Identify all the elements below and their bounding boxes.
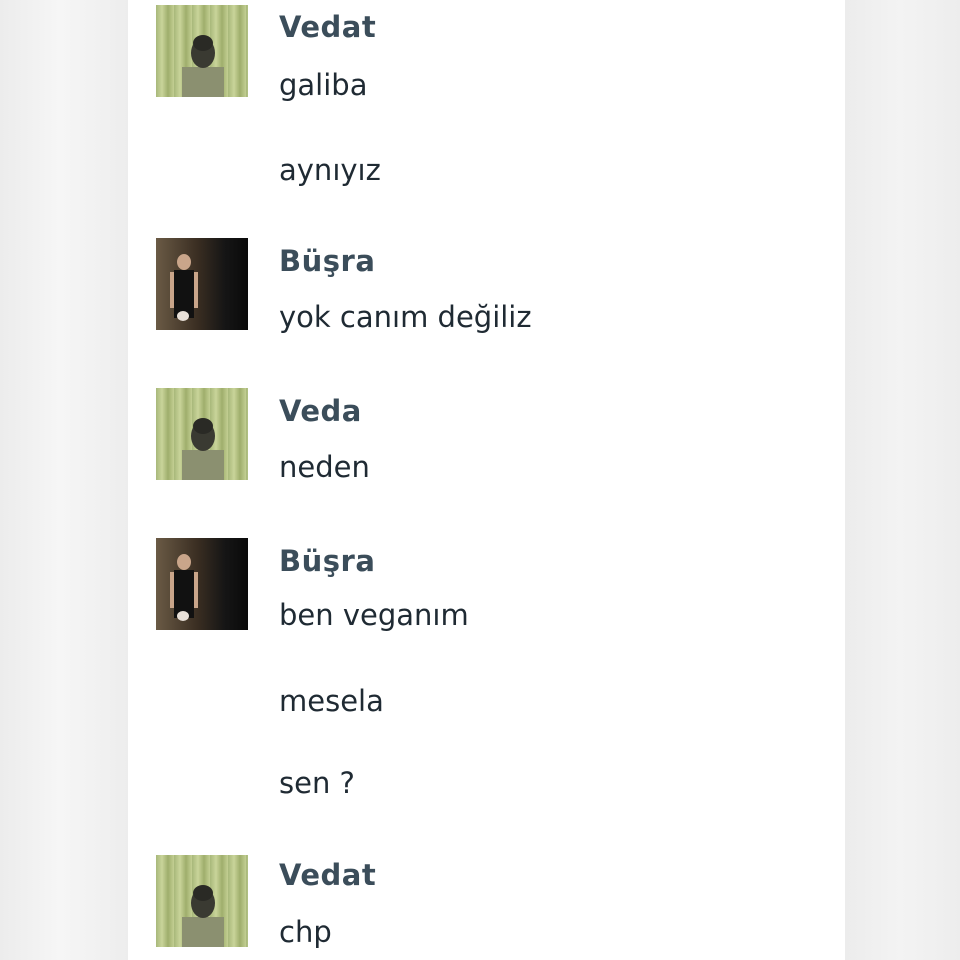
message-text: sen ?	[279, 766, 355, 800]
page: Vedat galiba aynıyız Büşra yok canım değ…	[0, 0, 960, 960]
chat-conversation: Vedat galiba aynıyız Büşra yok canım değ…	[128, 0, 845, 960]
message-text: yok canım değiliz	[279, 300, 532, 334]
message-text: ben veganım	[279, 598, 469, 632]
message-text: chp	[279, 915, 332, 949]
vedat-avatar-icon[interactable]	[156, 5, 248, 97]
message-text: neden	[279, 450, 370, 484]
busra-avatar-icon[interactable]	[156, 538, 248, 630]
message-text: mesela	[279, 684, 384, 718]
message-text: galiba	[279, 68, 368, 102]
message-sender-name: Büşra	[279, 244, 376, 278]
message-sender-name: Büşra	[279, 544, 376, 578]
message-sender-name: Vedat	[279, 858, 377, 892]
message-sender-name: Vedat	[279, 10, 377, 44]
message-sender-name: Veda	[279, 394, 362, 428]
busra-avatar-icon[interactable]	[156, 238, 248, 330]
message-text: aynıyız	[279, 153, 381, 187]
vedat-avatar-icon[interactable]	[156, 855, 248, 947]
vedat-avatar-icon[interactable]	[156, 388, 248, 480]
